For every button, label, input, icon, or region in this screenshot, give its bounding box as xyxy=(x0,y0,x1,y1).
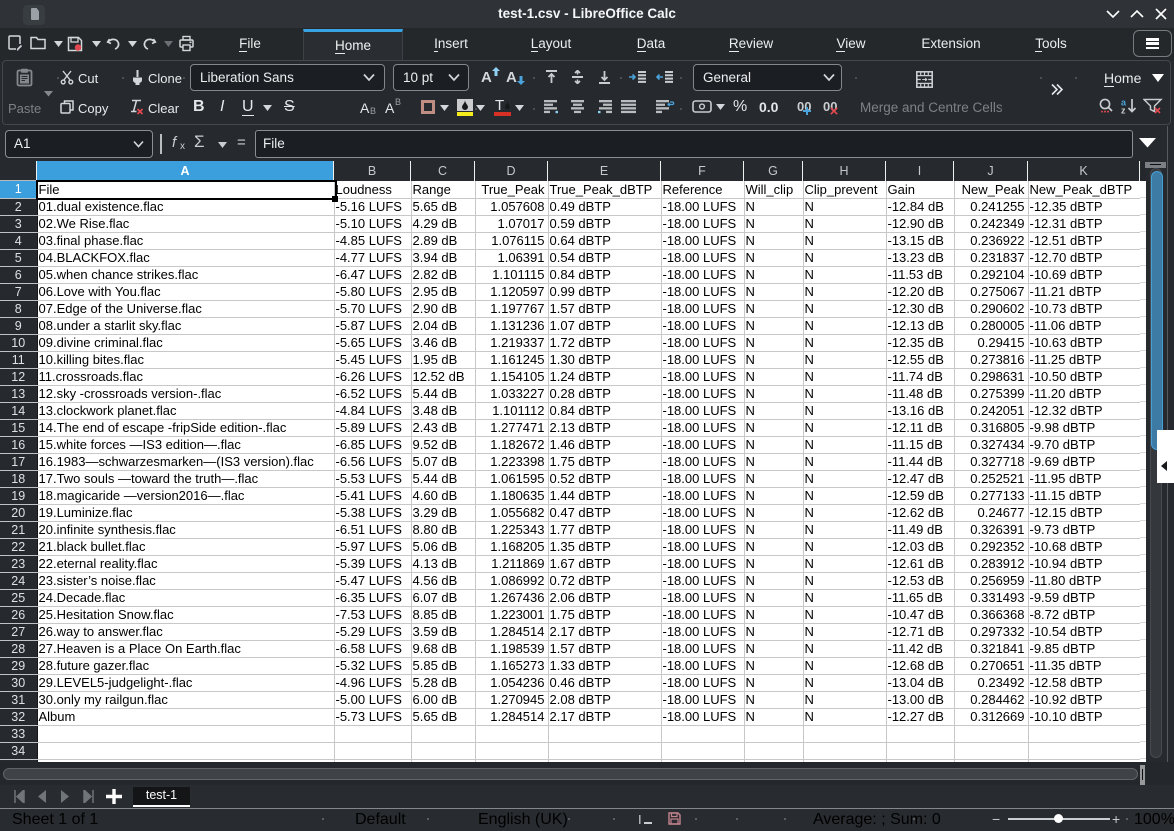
svg-text:z: z xyxy=(1121,106,1126,115)
